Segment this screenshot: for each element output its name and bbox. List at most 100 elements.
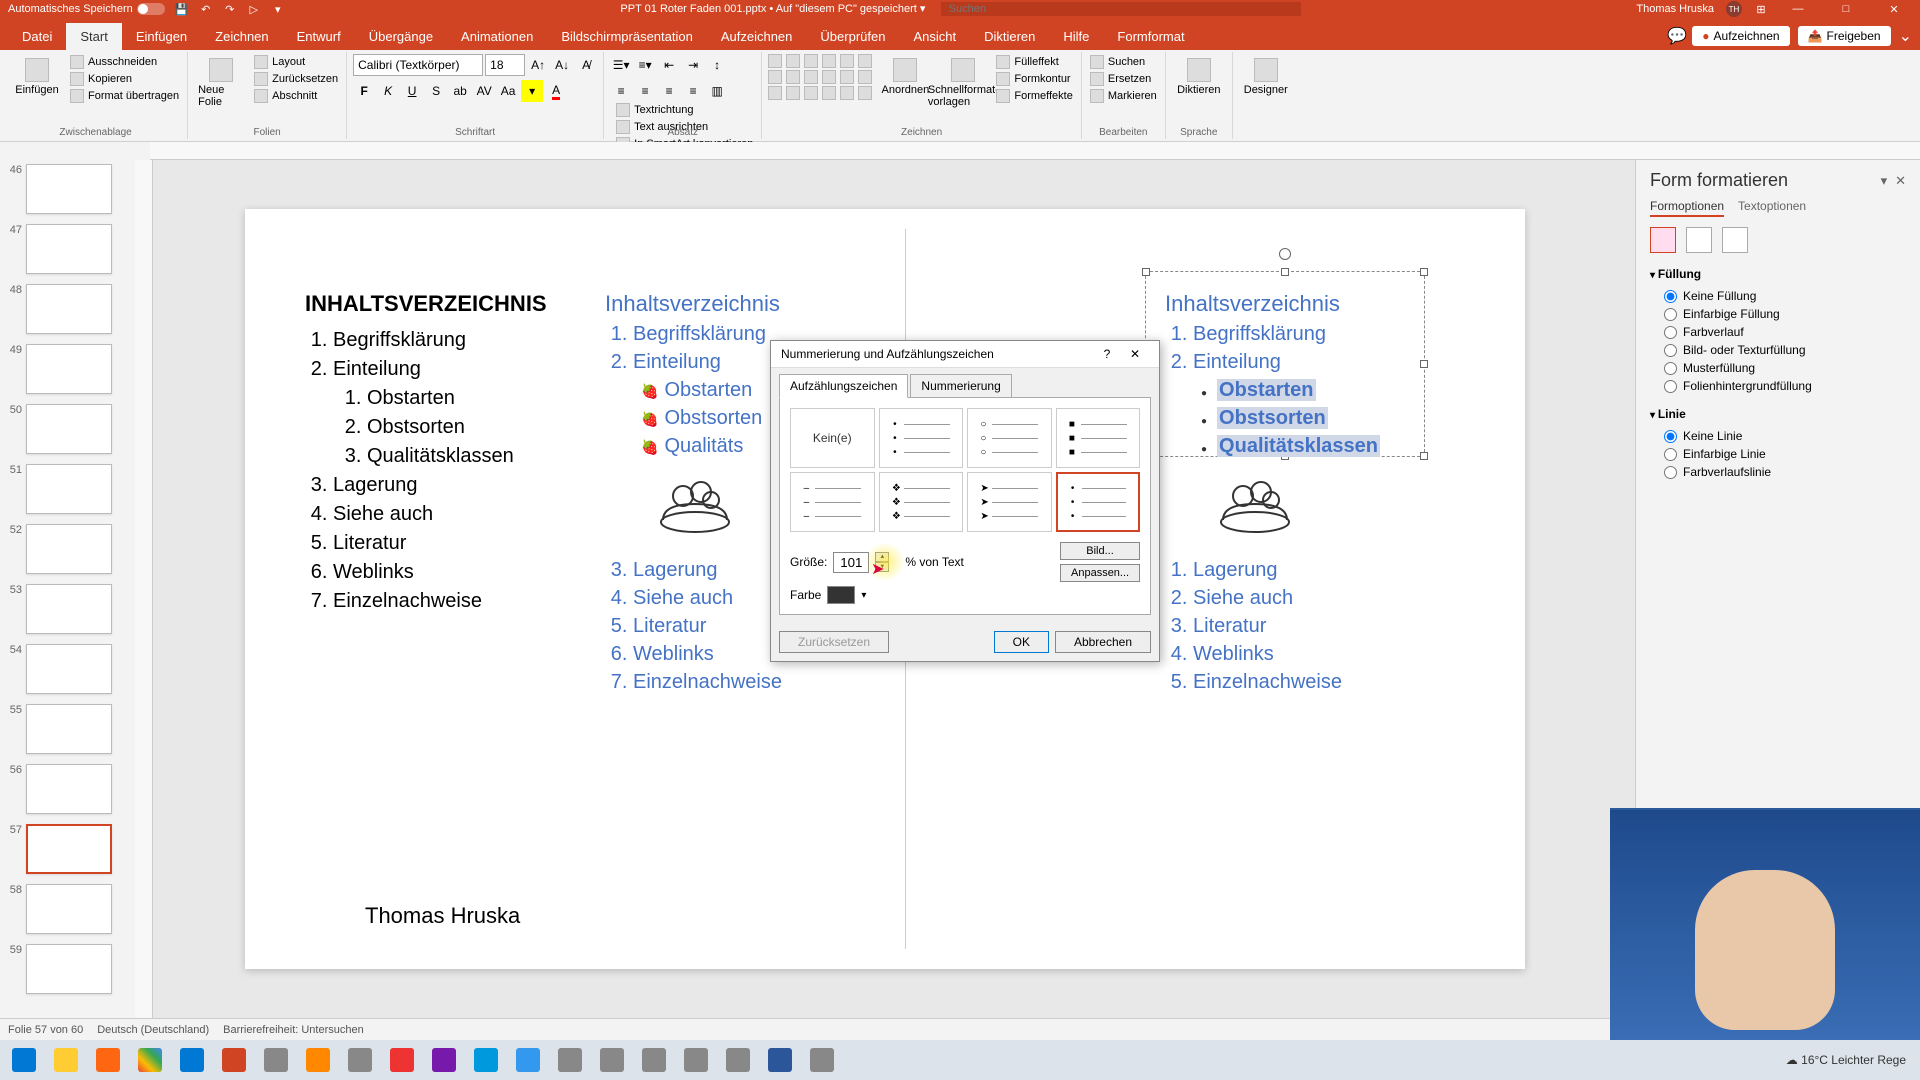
numbering-button[interactable]: ≡▾ (634, 54, 656, 76)
shape-icon[interactable] (858, 86, 872, 100)
increase-indent-button[interactable]: ⇥ (682, 54, 704, 76)
underline-button[interactable]: U (401, 80, 423, 102)
accessibility-status[interactable]: Barrierefreiheit: Untersuchen (223, 1024, 364, 1036)
align-center-button[interactable]: ≡ (634, 80, 656, 102)
select-button[interactable]: Markieren (1088, 88, 1159, 104)
strike-button[interactable]: S (425, 80, 447, 102)
autosave-toggle[interactable]: Automatisches Speichern (8, 3, 165, 15)
rotation-handle-icon[interactable] (1279, 248, 1291, 260)
qat-more-icon[interactable]: ▾ (271, 2, 285, 16)
line-radio-1[interactable]: Einfarbige Linie (1650, 445, 1906, 463)
thumbnail-52[interactable]: 52 (4, 524, 131, 574)
designer-button[interactable]: Designer (1239, 54, 1293, 100)
find-button[interactable]: Suchen (1088, 54, 1159, 70)
shape-icon[interactable] (822, 86, 836, 100)
fill-radio-5[interactable]: Folienhintergrundfüllung (1650, 377, 1906, 395)
section-button[interactable]: Abschnitt (252, 88, 340, 104)
size-properties-icon[interactable] (1722, 227, 1748, 253)
thumbnail-57[interactable]: 57 (4, 824, 131, 874)
fill-line-icon[interactable] (1650, 227, 1676, 253)
size-input[interactable] (833, 552, 869, 573)
bullet-option-disc[interactable]: ••• (879, 408, 964, 468)
app-icon[interactable] (676, 1042, 716, 1078)
shape-effects-button[interactable]: Formeffekte (994, 88, 1075, 104)
menu-aufzeichnen[interactable]: Aufzeichnen (707, 23, 807, 50)
font-size-select[interactable] (485, 54, 525, 76)
menu-übergänge[interactable]: Übergänge (355, 23, 447, 50)
slide-count[interactable]: Folie 57 von 60 (8, 1024, 83, 1036)
explorer-icon[interactable] (46, 1042, 86, 1078)
dialog-help-button[interactable]: ? (1093, 347, 1121, 361)
resize-handle[interactable] (1281, 268, 1289, 276)
align-right-button[interactable]: ≡ (658, 80, 680, 102)
menu-einfügen[interactable]: Einfügen (122, 23, 201, 50)
decrease-indent-button[interactable]: ⇤ (658, 54, 680, 76)
shape-icon[interactable] (840, 86, 854, 100)
cancel-button[interactable]: Abbrechen (1055, 631, 1151, 653)
slideshow-icon[interactable]: ▷ (247, 2, 261, 16)
maximize-button[interactable]: □ (1828, 1, 1864, 17)
bold-button[interactable]: F (353, 80, 375, 102)
increase-font-button[interactable]: A↑ (527, 54, 549, 76)
slide-text-col1[interactable]: INHALTSVERZEICHNIS BegriffsklärungEintei… (305, 289, 565, 616)
thumbnail-54[interactable]: 54 (4, 644, 131, 694)
word-icon[interactable] (760, 1042, 800, 1078)
clear-formatting-button[interactable]: A̸ (575, 54, 597, 76)
thumbnail-53[interactable]: 53 (4, 584, 131, 634)
user-avatar[interactable]: TH (1726, 1, 1742, 17)
firefox-icon[interactable] (88, 1042, 128, 1078)
picture-button[interactable]: Bild... (1060, 542, 1140, 560)
thumbnail-50[interactable]: 50 (4, 404, 131, 454)
paste-button[interactable]: Einfügen (10, 54, 64, 100)
text-direction-button[interactable]: Textrichtung (614, 102, 755, 118)
menu-diktieren[interactable]: Diktieren (970, 23, 1049, 50)
shadow-button[interactable]: ab (449, 80, 471, 102)
decrease-font-button[interactable]: A↓ (551, 54, 573, 76)
weather-widget[interactable]: ☁ 16°C Leichter Rege (1786, 1053, 1906, 1067)
shape-icon[interactable] (804, 54, 818, 68)
pane-options-icon[interactable]: ▾ (1881, 173, 1888, 189)
shape-icon[interactable] (840, 70, 854, 84)
shape-options-tab[interactable]: Formoptionen (1650, 199, 1724, 217)
format-painter-button[interactable]: Format übertragen (68, 88, 181, 104)
columns-button[interactable]: ▥ (706, 80, 728, 102)
onenote-icon[interactable] (424, 1042, 464, 1078)
app-icon[interactable] (382, 1042, 422, 1078)
line-radio-2[interactable]: Farbverlaufslinie (1650, 463, 1906, 481)
app-icon[interactable] (718, 1042, 758, 1078)
menu-formformat[interactable]: Formformat (1103, 23, 1198, 50)
user-name[interactable]: Thomas Hruska (1636, 3, 1714, 15)
shape-icon[interactable] (804, 86, 818, 100)
copy-button[interactable]: Kopieren (68, 71, 181, 87)
close-button[interactable]: ✕ (1876, 1, 1912, 17)
shape-icon[interactable] (858, 70, 872, 84)
line-radio-0[interactable]: Keine Linie (1650, 427, 1906, 445)
app-icon[interactable] (592, 1042, 632, 1078)
thumbnail-46[interactable]: 46 (4, 164, 131, 214)
app-icon[interactable] (802, 1042, 842, 1078)
ribbon-chevron-icon[interactable]: ⌄ (1899, 26, 1912, 46)
menu-animationen[interactable]: Animationen (447, 23, 547, 50)
line-spacing-button[interactable]: ↕ (706, 54, 728, 76)
layout-button[interactable]: Layout (252, 54, 340, 70)
document-title[interactable]: PPT 01 Roter Faden 001.pptx • Auf "diese… (620, 3, 925, 15)
app-icon[interactable] (466, 1042, 506, 1078)
bullet-option-none[interactable]: Kein(e) (790, 408, 875, 468)
share-button[interactable]: 📤Freigeben (1798, 26, 1891, 46)
comments-icon[interactable]: 💬 (1670, 29, 1684, 43)
fill-radio-0[interactable]: Keine Füllung (1650, 287, 1906, 305)
shape-icon[interactable] (840, 54, 854, 68)
search-input[interactable] (941, 2, 1301, 16)
cut-button[interactable]: Ausschneiden (68, 54, 181, 70)
minimize-button[interactable]: — (1780, 1, 1816, 17)
bullet-option-dash[interactable]: ––– (790, 472, 875, 532)
shape-icon[interactable] (804, 70, 818, 84)
thumbnail-55[interactable]: 55 (4, 704, 131, 754)
start-button[interactable] (4, 1042, 44, 1078)
bullets-tab[interactable]: Aufzählungszeichen (779, 374, 908, 398)
outlook-icon[interactable] (172, 1042, 212, 1078)
app-icon[interactable] (550, 1042, 590, 1078)
menu-entwurf[interactable]: Entwurf (283, 23, 355, 50)
fill-radio-3[interactable]: Bild- oder Texturfüllung (1650, 341, 1906, 359)
color-picker[interactable] (827, 586, 855, 604)
